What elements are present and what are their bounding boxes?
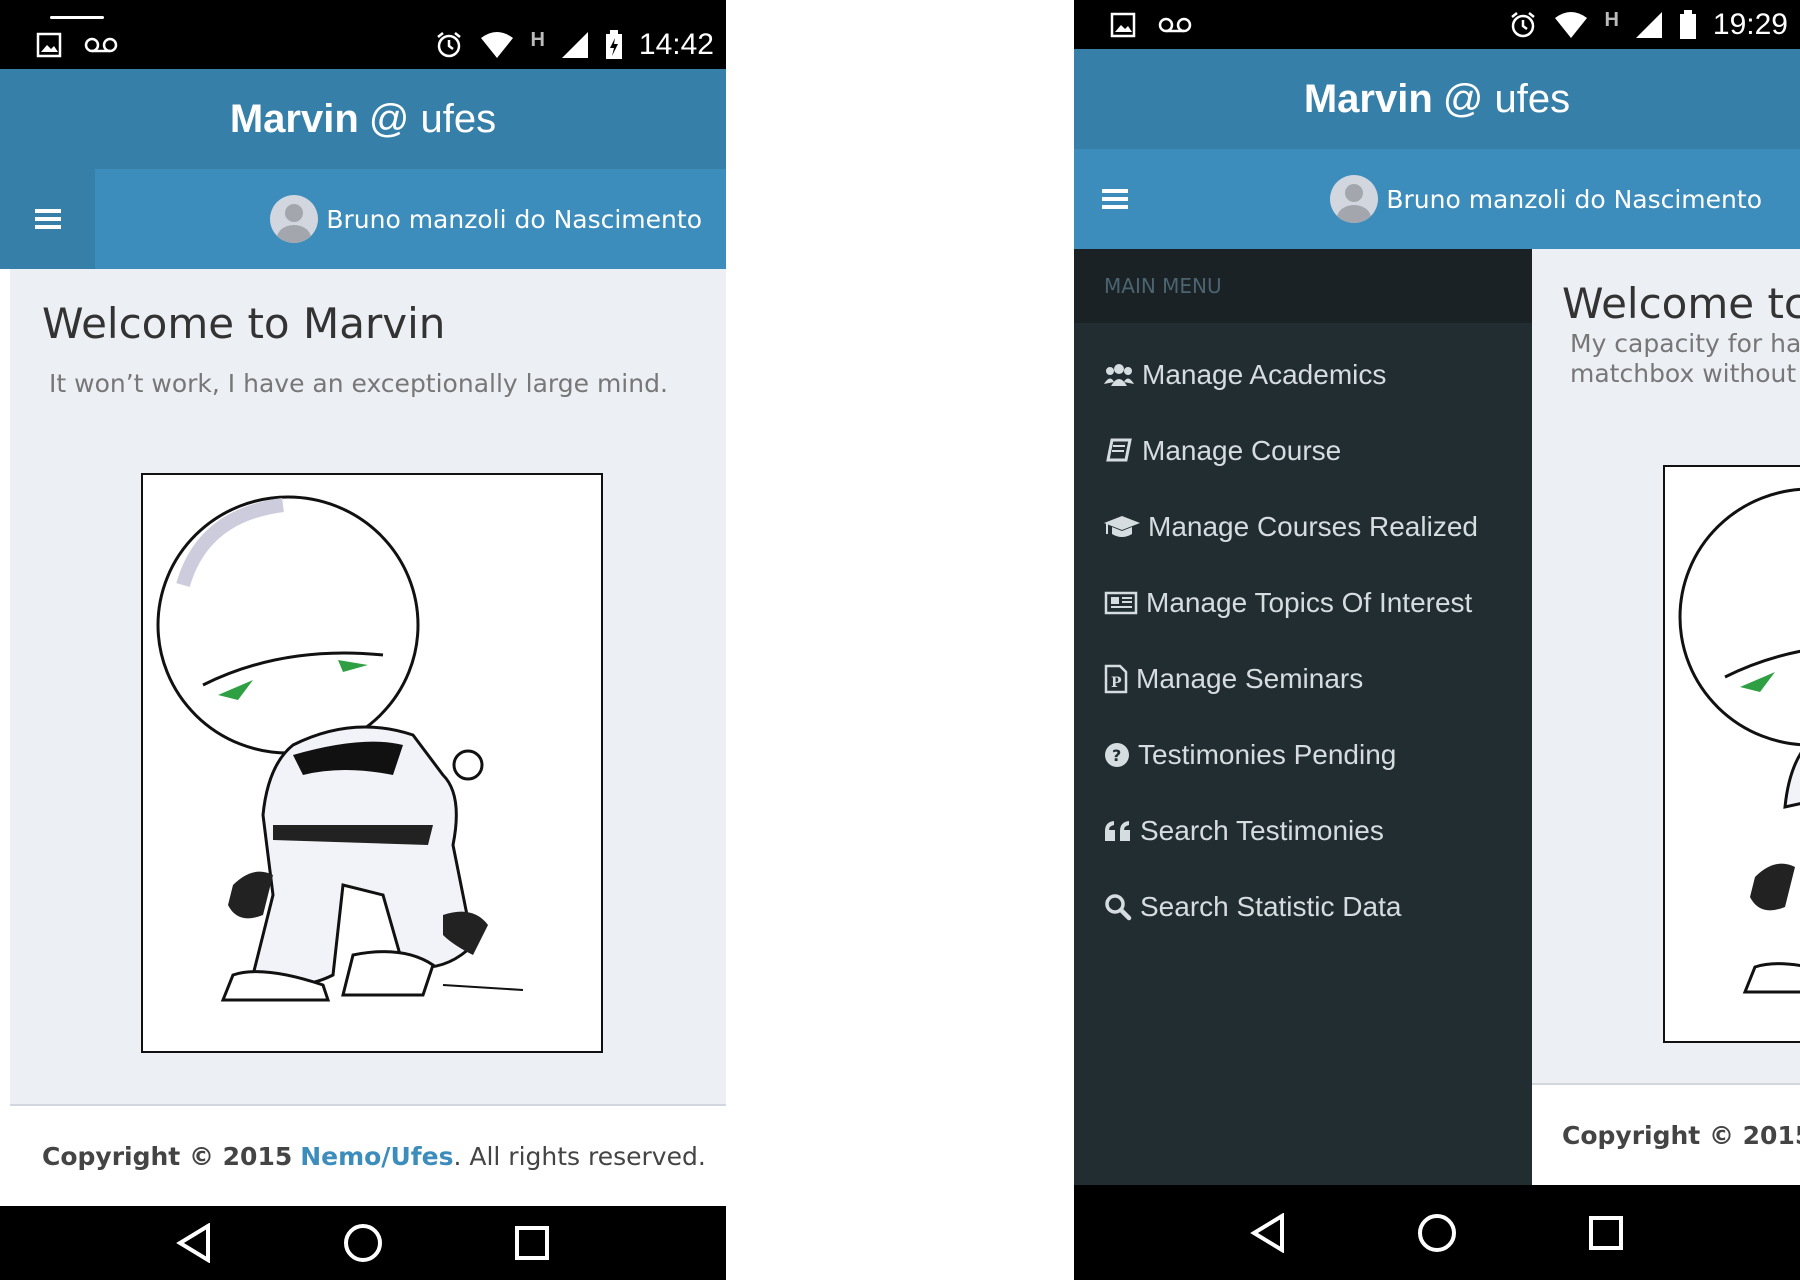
top-navbar: Bruno manzoli do Nascimento [1074, 149, 1800, 249]
content-area: Welcome to Marvin It won’t work, I have … [10, 269, 726, 1104]
footer: Copyright © 2015 N [1532, 1083, 1800, 1185]
network-type: H [530, 28, 545, 51]
sidebar-header: MAIN MENU [1074, 249, 1532, 323]
sidebar: MAIN MENU Manage Academics Manage Course… [1074, 249, 1532, 1185]
android-navigation-bar [1074, 1185, 1800, 1280]
home-icon[interactable] [343, 1223, 383, 1263]
avatar [270, 195, 319, 243]
sidebar-item-label: Manage Academics [1142, 359, 1387, 390]
brand-suffix: @ ufes [368, 96, 497, 141]
users-icon [1104, 360, 1134, 390]
footer-link[interactable]: Nemo/Ufes [300, 1142, 453, 1171]
sidebar-item-manage-topics-of-interest[interactable]: Manage Topics Of Interest [1104, 587, 1472, 619]
sidebar-item-label: Search Statistic Data [1140, 891, 1402, 922]
sidebar-item-label: Testimonies Pending [1138, 739, 1397, 770]
sidebar-item-label: Manage Topics Of Interest [1146, 587, 1473, 618]
user-name: Bruno manzoli do Nascimento [326, 204, 702, 234]
marvin-image [1663, 465, 1800, 1043]
top-navbar: Bruno manzoli do Nascimento [0, 169, 726, 269]
hamburger-icon [1102, 189, 1128, 209]
back-icon[interactable] [175, 1223, 212, 1263]
page-title: Welcome to Marvin [42, 299, 446, 348]
page-subtitle: My capacity for ha matchbox without [1570, 329, 1800, 389]
page-subtitle: It won’t work, I have an exceptionally l… [49, 369, 668, 398]
voicemail-icon [84, 37, 118, 53]
sidebar-item-label: Manage Seminars [1136, 663, 1364, 694]
document-p-icon: P [1104, 664, 1128, 694]
recents-icon[interactable] [514, 1225, 550, 1261]
brand-name: Marvin [1303, 76, 1433, 121]
status-bar: H 19:29 [1074, 0, 1800, 49]
brand-header[interactable]: Marvin @ ufes [1074, 49, 1800, 149]
sidebar-item-label: Manage Courses Realized [1148, 511, 1478, 542]
phone-screen-right: H 19:29 Marvin @ ufes Bruno manzoli do N… [1074, 0, 1800, 1280]
battery-icon [1679, 10, 1696, 39]
rights-text: . All rights reserved. [453, 1141, 706, 1171]
image-notification-icon [1110, 12, 1136, 38]
brand-suffix: @ ufes [1442, 76, 1571, 121]
wifi-icon [481, 32, 514, 58]
sidebar-item-label: Search Testimonies [1140, 815, 1384, 846]
status-time: 19:29 [1712, 8, 1788, 41]
user-name: Bruno manzoli do Nascimento [1386, 184, 1762, 214]
marvin-image [141, 473, 603, 1053]
sidebar-item-label: Manage Course [1142, 435, 1342, 466]
status-time: 14:42 [638, 28, 714, 61]
copyright-text: Copyright © 2015 [1562, 1120, 1800, 1150]
marvin-robot-illustration [1678, 487, 1800, 994]
android-navigation-bar [0, 1206, 726, 1280]
brand-name: Marvin [229, 96, 359, 141]
user-menu[interactable]: Bruno manzoli do Nascimento [1330, 149, 1762, 249]
notification-indicator [50, 16, 104, 19]
sidebar-toggle-button[interactable] [0, 169, 95, 269]
marvin-robot-illustration [156, 495, 524, 1002]
brand-header[interactable]: Marvin @ ufes [0, 69, 726, 169]
sidebar-item-manage-course[interactable]: Manage Course [1104, 435, 1341, 467]
battery-charging-icon [605, 30, 622, 59]
voicemail-icon [1158, 17, 1192, 33]
page-subtitle-line-2: matchbox without [1570, 359, 1797, 388]
status-bar: H 14:42 [0, 0, 726, 69]
alarm-icon [437, 32, 462, 58]
svg-text:P: P [1111, 675, 1122, 691]
home-icon[interactable] [1417, 1213, 1457, 1253]
page-title: Welcome tc [1562, 279, 1800, 328]
book-icon [1104, 436, 1134, 466]
content-area: Welcome tc My capacity for ha matchbox w… [1532, 249, 1800, 1083]
page-subtitle-line-1: My capacity for ha [1570, 329, 1800, 358]
graduation-cap-icon [1104, 512, 1140, 542]
alarm-icon [1511, 12, 1536, 38]
sidebar-item-manage-courses-realized[interactable]: Manage Courses Realized [1104, 511, 1478, 543]
sidebar-item-search-testimonies[interactable]: Search Testimonies [1104, 815, 1384, 847]
network-type: H [1604, 8, 1619, 31]
signal-icon [1635, 12, 1662, 38]
user-menu[interactable]: Bruno manzoli do Nascimento [270, 169, 702, 269]
newspaper-icon [1104, 588, 1138, 618]
footer: Copyright © 2015 Nemo/Ufes. All rights r… [10, 1104, 726, 1206]
wifi-icon [1555, 12, 1588, 38]
back-icon[interactable] [1249, 1212, 1286, 1253]
avatar [1330, 175, 1379, 223]
sidebar-item-manage-seminars[interactable]: P Manage Seminars [1104, 663, 1363, 695]
sidebar-toggle-button[interactable] [1074, 149, 1156, 249]
signal-icon [561, 32, 588, 58]
svg-text:?: ? [1112, 746, 1121, 765]
sidebar-item-manage-academics[interactable]: Manage Academics [1104, 359, 1386, 391]
sidebar-item-search-statistic-data[interactable]: Search Statistic Data [1104, 891, 1401, 923]
quote-icon [1104, 816, 1132, 846]
phone-screen-left: H 14:42 Marvin @ ufes Bruno manzoli do N… [0, 0, 726, 1280]
question-circle-icon: ? [1104, 740, 1130, 770]
hamburger-icon [34, 209, 61, 229]
copyright-text: Copyright © 2015 [42, 1141, 293, 1171]
image-notification-icon [36, 32, 62, 58]
recents-icon[interactable] [1588, 1215, 1624, 1251]
search-icon [1104, 892, 1132, 922]
sidebar-item-testimonies-pending[interactable]: ? Testimonies Pending [1104, 739, 1396, 771]
